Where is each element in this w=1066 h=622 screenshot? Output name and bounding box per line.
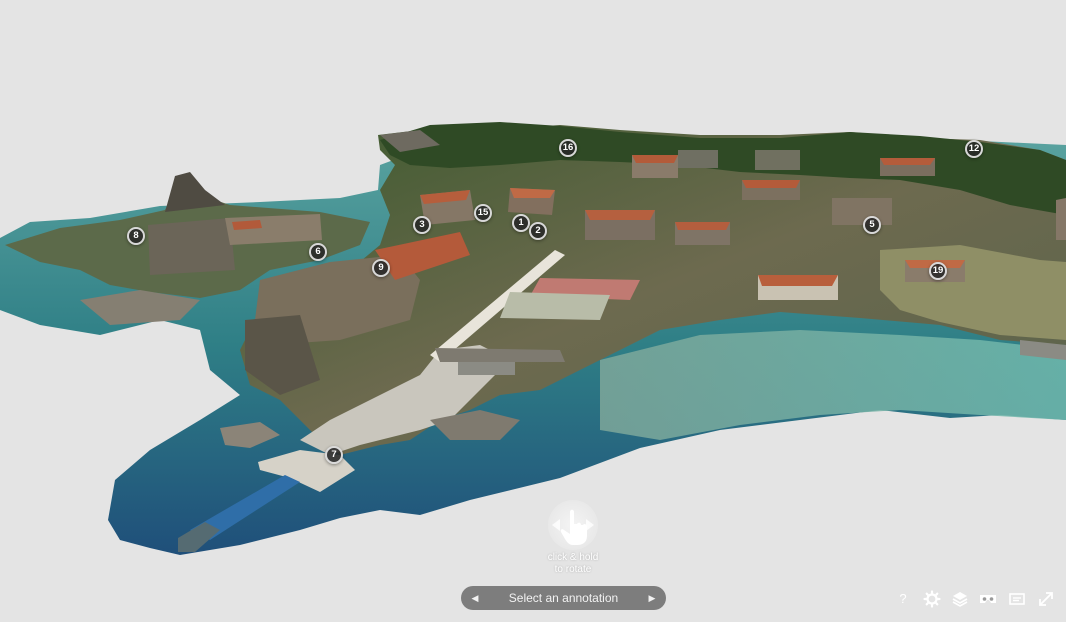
building	[678, 150, 718, 168]
annotation-selector[interactable]: ◀ Select an annotation ▶	[461, 586, 666, 610]
roof	[675, 222, 730, 230]
help-icon[interactable]: ?	[892, 588, 914, 610]
rotate-hint: click & hold to rotate	[545, 500, 601, 576]
annotation-hotspot-1[interactable]: 1	[512, 214, 530, 232]
roof	[742, 180, 800, 188]
annotation-hotspot-3[interactable]: 3	[413, 216, 431, 234]
annotation-hotspot-2[interactable]: 2	[529, 222, 547, 240]
annotation-hotspot-9[interactable]: 9	[372, 259, 390, 277]
shallow-water	[600, 330, 1066, 440]
hand-pointer-icon	[548, 500, 598, 550]
layers-icon[interactable]	[949, 588, 971, 610]
annotation-hotspot-19[interactable]: 19	[929, 262, 947, 280]
annotation-hotspot-15[interactable]: 15	[474, 204, 492, 222]
roof	[758, 275, 838, 286]
annotation-hotspot-7[interactable]: 7	[325, 446, 343, 464]
3d-island-model[interactable]	[0, 0, 1066, 622]
roof	[880, 158, 935, 165]
building	[755, 150, 800, 170]
annotation-hotspot-8[interactable]: 8	[127, 227, 145, 245]
caret-right-icon[interactable]: ▶	[640, 586, 664, 610]
fullscreen-window-icon[interactable]	[1006, 588, 1028, 610]
caret-left-icon[interactable]: ◀	[463, 586, 487, 610]
expand-icon[interactable]	[1035, 588, 1057, 610]
3d-model-viewer[interactable]: 16 12 15 1 2 3 5 8 6 9 19 7 click & hold…	[0, 0, 1066, 622]
rotate-hint-line1: click & hold	[547, 552, 599, 563]
roof	[585, 210, 655, 220]
annotation-hotspot-6[interactable]: 6	[309, 243, 327, 261]
annotation-hotspot-12[interactable]: 12	[965, 140, 983, 158]
annotation-selector-label[interactable]: Select an annotation	[489, 586, 638, 610]
roof	[632, 155, 678, 163]
building	[832, 198, 892, 225]
building	[1056, 198, 1066, 240]
annotation-hotspot-5[interactable]: 5	[863, 216, 881, 234]
annotation-hotspot-16[interactable]: 16	[559, 139, 577, 157]
rotate-hint-text: click & hold to rotate	[535, 552, 611, 576]
open-court	[500, 292, 610, 320]
vr-headset-icon[interactable]	[977, 588, 999, 610]
rock-pinnacle	[165, 172, 225, 212]
harbor-wall	[435, 348, 565, 362]
rotate-hint-line2: to rotate	[554, 564, 592, 575]
west-fort	[148, 218, 235, 275]
help-label: ?	[899, 591, 907, 606]
settings-gear-icon[interactable]	[921, 588, 943, 610]
